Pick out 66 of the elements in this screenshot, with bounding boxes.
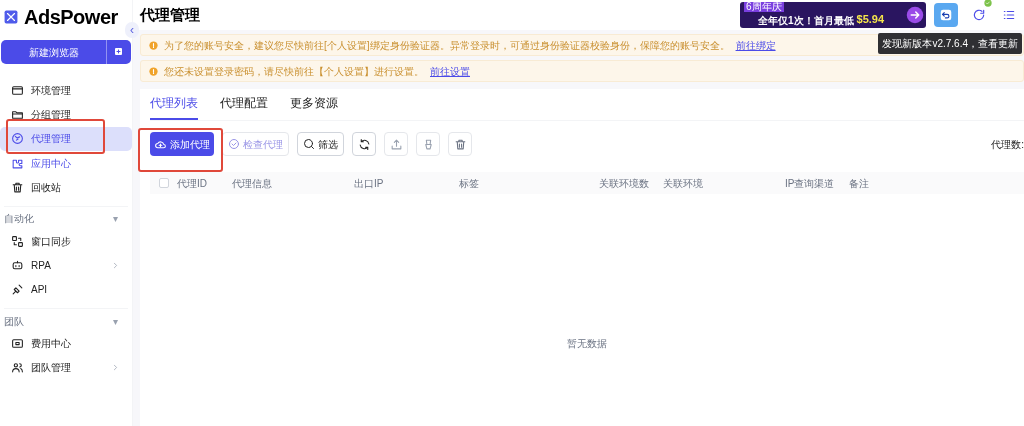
column-header: 代理信息 bbox=[232, 176, 273, 191]
promo-banner[interactable]: 6周年庆 全年仅1次！首月最低 $5.94 bbox=[740, 2, 926, 28]
delete-button[interactable] bbox=[448, 132, 472, 156]
page-title: 代理管理 bbox=[140, 4, 201, 25]
sidebar-item[interactable]: API bbox=[0, 277, 132, 303]
add-proxy-button[interactable]: 添加代理 bbox=[150, 132, 214, 156]
warning-icon bbox=[149, 40, 158, 50]
app-button[interactable] bbox=[934, 3, 958, 27]
tooltip: 发现新版本v2.7.6.4，查看更新 bbox=[878, 33, 1022, 54]
notice-link[interactable]: 前往绑定 bbox=[735, 37, 776, 53]
sidebar-item[interactable]: 环境管理 bbox=[0, 78, 132, 103]
sidebar-item[interactable]: RPA bbox=[0, 253, 132, 278]
sync-windows-icon bbox=[11, 234, 24, 248]
wallet-icon bbox=[11, 336, 24, 350]
sidebar-item[interactable]: 应用中心 bbox=[0, 151, 132, 176]
sidebar-item[interactable]: 分组管理 bbox=[0, 102, 132, 127]
caret-icon: ▾ bbox=[113, 313, 128, 329]
users-icon bbox=[11, 361, 24, 375]
check-circle-icon bbox=[228, 138, 240, 150]
tab[interactable]: 代理列表 bbox=[150, 94, 198, 120]
logo-text: AdsPower bbox=[24, 5, 118, 30]
tab[interactable]: 更多资源 bbox=[290, 94, 338, 120]
promo-badge: 6周年庆 bbox=[744, 2, 784, 12]
list-menu-button[interactable] bbox=[1002, 8, 1016, 22]
sidebar-item[interactable]: 代理管理 bbox=[0, 126, 132, 152]
section-header: 团队 bbox=[4, 314, 24, 329]
trash-icon bbox=[11, 181, 24, 195]
refresh-icon bbox=[972, 8, 986, 22]
empty-message: 暂无数据 bbox=[567, 336, 607, 351]
notice-text: 您还未设置登录密码，请尽快前往【个人设置】进行设置。 bbox=[164, 64, 424, 79]
upload-icon bbox=[389, 137, 403, 151]
sidebar-item[interactable]: 团队管理 bbox=[0, 355, 132, 380]
browser-window-icon bbox=[11, 83, 24, 97]
tab[interactable]: 代理配置 bbox=[220, 94, 268, 120]
column-header: IP查询渠道 bbox=[785, 176, 836, 191]
list-icon bbox=[1002, 8, 1016, 22]
trash-icon bbox=[453, 137, 467, 151]
warning-icon bbox=[149, 66, 158, 76]
column-header: 代理ID bbox=[177, 176, 208, 191]
sidebar-item[interactable]: 费用中心 bbox=[0, 331, 132, 356]
sidebar-item[interactable]: 回收站 bbox=[0, 175, 132, 200]
refresh-button[interactable] bbox=[352, 132, 376, 156]
globe-icon bbox=[11, 132, 24, 146]
section-header: 自动化 bbox=[4, 212, 34, 227]
arrow-right-icon bbox=[906, 6, 924, 24]
select-all-checkbox[interactable] bbox=[159, 178, 169, 188]
refresh-icon bbox=[357, 137, 371, 151]
notice-link[interactable]: 前往设置 bbox=[430, 63, 470, 79]
promo-price: $5.94 bbox=[856, 12, 885, 28]
caret-icon: ▾ bbox=[113, 211, 128, 227]
proxy-count: 代理数: bbox=[991, 137, 1024, 152]
promo-text: 全年仅1次！首月最低 bbox=[758, 13, 854, 28]
column-header: 标签 bbox=[459, 176, 480, 191]
folder-icon bbox=[11, 108, 24, 122]
column-header: 出口IP bbox=[354, 176, 385, 191]
new-browser-button[interactable]: 新建浏览器 bbox=[1, 40, 107, 64]
notice-text: 为了您的账号安全，建议您尽快前往[个人设置]绑定身份验证器。异常登录时，可通过身份验证器校验身份，保障您的账号安全。 bbox=[164, 38, 730, 53]
column-header: 备注 bbox=[849, 176, 870, 191]
column-header: 关联环境 bbox=[663, 176, 704, 191]
collapse-button[interactable]: ‹ bbox=[125, 22, 139, 38]
search-icon bbox=[303, 138, 315, 150]
filter-button[interactable]: 筛选 bbox=[297, 132, 344, 156]
import-icon bbox=[113, 46, 125, 58]
sidebar-item[interactable]: 窗口同步 bbox=[0, 228, 132, 254]
column-header: 关联环境数 bbox=[599, 176, 650, 191]
logo-icon bbox=[4, 10, 18, 24]
